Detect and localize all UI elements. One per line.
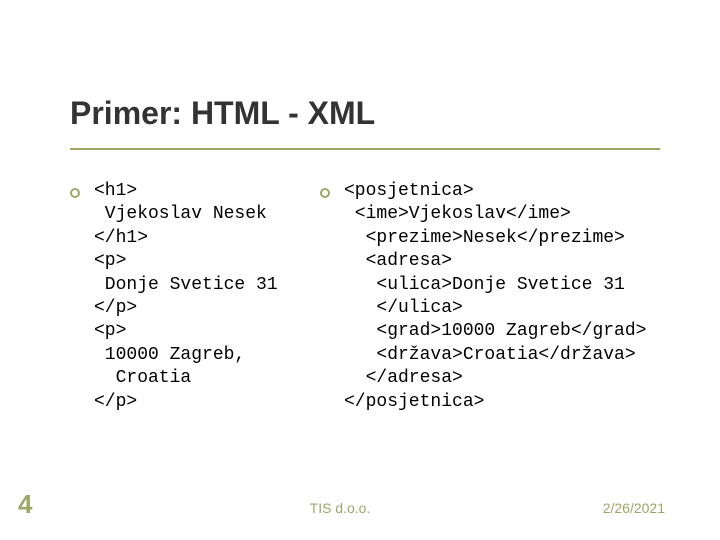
slide-title: Primer: HTML - XML [70, 95, 375, 132]
footer-date: 2/26/2021 [603, 500, 665, 516]
xml-code-block: <posjetnica> <ime>Vjekoslav</ime> <prezi… [344, 180, 670, 414]
slide: Primer: HTML - XML <h1> Vjekoslav Nesek … [0, 0, 720, 540]
bullet-left [70, 184, 88, 202]
title-underline [70, 148, 660, 150]
bullet-icon [70, 188, 80, 198]
html-code-block: <h1> Vjekoslav Nesek </h1> <p> Donje Sve… [94, 180, 344, 414]
content-columns: <h1> Vjekoslav Nesek </h1> <p> Donje Sve… [94, 180, 670, 414]
